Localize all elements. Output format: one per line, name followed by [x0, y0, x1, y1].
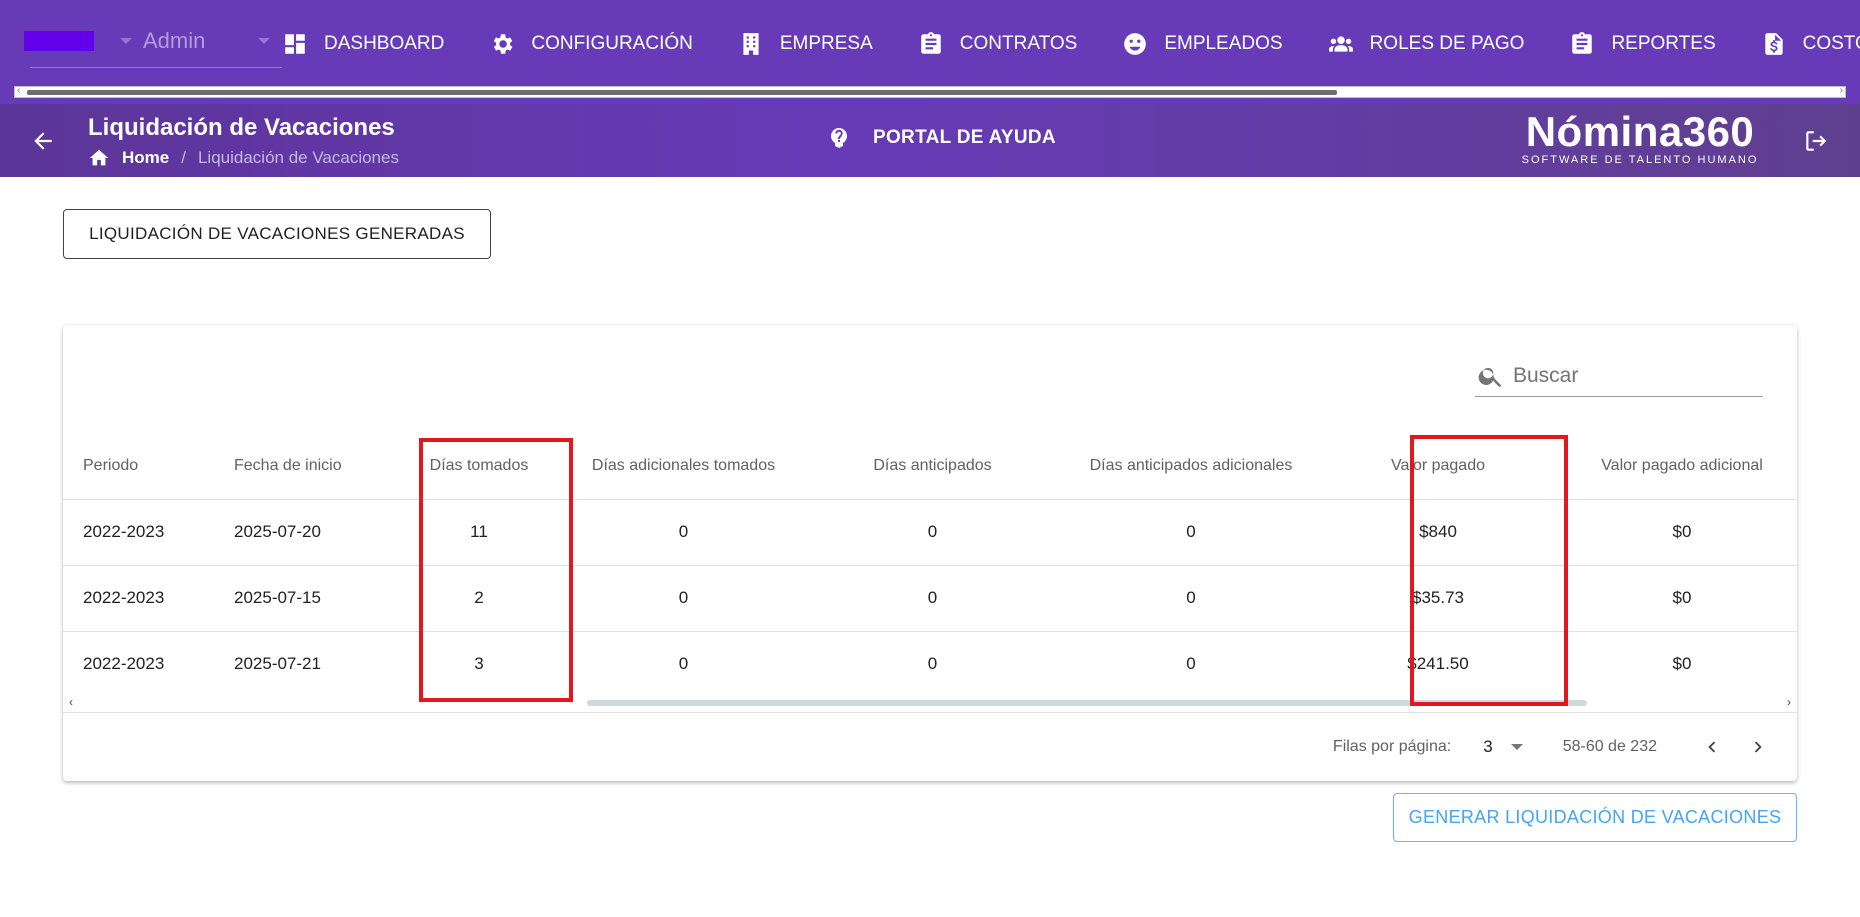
- scroll-right-icon[interactable]: ›: [1787, 695, 1791, 709]
- nav-costos[interactable]: COSTOS: [1761, 31, 1860, 57]
- search-field[interactable]: [1475, 355, 1763, 397]
- pagination: Filas por página: 3 58-60 de 232: [63, 713, 1797, 781]
- clipboard-icon: [1572, 32, 1593, 54]
- cell-dias-adicionales-tomados: 0: [559, 631, 808, 695]
- page-title: Liquidación de Vacaciones: [88, 114, 395, 141]
- nav-label: EMPRESA: [779, 33, 873, 54]
- cell-dias-adicionales-tomados: 0: [559, 565, 808, 632]
- nav-label: CONFIGURACIÓN: [531, 33, 693, 54]
- generate-liquidation-button[interactable]: GENERAR LIQUIDACIÓN DE VACACIONES: [1393, 793, 1797, 842]
- column-header-dias-anticipados-adicionales[interactable]: Días anticipados adicionales: [1057, 433, 1325, 500]
- logout-icon[interactable]: [1803, 128, 1829, 154]
- organization-swatch[interactable]: [24, 31, 94, 51]
- scroll-right-icon[interactable]: ›: [1840, 85, 1843, 96]
- nav-horizontal-scrollbar[interactable]: ‹ ›: [14, 85, 1846, 98]
- nav-empleados[interactable]: EMPLEADOS: [1122, 31, 1283, 57]
- gear-icon: [494, 34, 513, 54]
- nav-label: CONTRATOS: [959, 33, 1078, 54]
- breadcrumb-separator: /: [181, 148, 186, 167]
- column-header-periodo[interactable]: Periodo: [63, 433, 214, 500]
- chevron-left-icon: [1708, 741, 1716, 753]
- cell-dias-adicionales-tomados: 0: [559, 499, 808, 566]
- page-header: Liquidación de Vacaciones Home / Liquida…: [0, 104, 1860, 177]
- cell-dias-anticipados: 0: [808, 631, 1057, 695]
- select-underline: [30, 67, 282, 68]
- column-header-dias-anticipados[interactable]: Días anticipados: [808, 433, 1057, 500]
- search-input[interactable]: [1513, 363, 1753, 388]
- scroll-left-icon[interactable]: ‹: [17, 85, 20, 96]
- previous-page-button[interactable]: [1699, 734, 1725, 760]
- building-icon: [743, 33, 759, 55]
- page-range: 58-60 de 232: [1562, 738, 1657, 755]
- logo-tagline: SOFTWARE DE TALENTO HUMANO: [1521, 154, 1759, 166]
- rows-per-page-value: 3: [1483, 737, 1493, 756]
- cell-fecha-inicio: 2025-07-15: [214, 565, 399, 632]
- scroll-left-icon[interactable]: ‹: [69, 695, 73, 709]
- dashboard-icon: [285, 34, 305, 54]
- cell-dias-anticipados-adicionales: 0: [1057, 631, 1325, 695]
- nav-roles-de-pago[interactable]: ROLES DE PAGO: [1328, 31, 1525, 57]
- cell-periodo: 2022-2023: [63, 499, 214, 566]
- breadcrumb-current: Liquidación de Vacaciones: [197, 148, 399, 167]
- rows-per-page-select[interactable]: 3: [1483, 737, 1523, 757]
- help-portal-link[interactable]: PORTAL DE AYUDA: [827, 126, 1056, 150]
- cell-valor-pagado-adicional: $0: [1551, 631, 1797, 695]
- clipboard-icon: [921, 32, 941, 54]
- rows-per-page-label: Filas por página:: [1332, 738, 1452, 755]
- nav-contratos[interactable]: CONTRATOS: [918, 31, 1078, 57]
- nav-label: EMPLEADOS: [1164, 33, 1283, 54]
- face-icon: [1124, 33, 1147, 55]
- user-role-select[interactable]: Admin: [143, 28, 205, 54]
- chevron-down-icon: [1510, 744, 1523, 750]
- cell-periodo: 2022-2023: [63, 631, 214, 695]
- help-icon: [831, 128, 847, 148]
- cell-fecha-inicio: 2025-07-20: [214, 499, 399, 566]
- logo-name: Nómina360: [1525, 108, 1755, 155]
- nav-dashboard[interactable]: DASHBOARD: [282, 31, 444, 57]
- highlight-valor-pagado: [1410, 435, 1568, 706]
- scrollbar-thumb[interactable]: [27, 90, 1337, 95]
- nav-configuracion[interactable]: CONFIGURACIÓN: [489, 31, 693, 57]
- nav-label: DASHBOARD: [324, 33, 445, 54]
- chevron-right-icon: [1754, 741, 1762, 753]
- column-header-valor-pagado-adicional[interactable]: Valor pagado adicional: [1551, 433, 1797, 500]
- next-page-button[interactable]: [1745, 734, 1771, 760]
- nav-empresa[interactable]: EMPRESA: [738, 31, 873, 57]
- top-navbar: Admin DASHBOARD CONFIGURACIÓN EMPRESA CO…: [0, 0, 1860, 104]
- cell-dias-anticipados-adicionales: 0: [1057, 499, 1325, 566]
- search-icon: [1478, 367, 1502, 387]
- highlight-dias-tomados: [419, 438, 573, 702]
- cell-dias-anticipados: 0: [808, 565, 1057, 632]
- cell-periodo: 2022-2023: [63, 565, 214, 632]
- column-header-fecha-inicio[interactable]: Fecha de inicio: [214, 433, 399, 500]
- nav-label: REPORTES: [1611, 33, 1716, 54]
- arrow-back-icon[interactable]: [30, 128, 56, 154]
- help-label: PORTAL DE AYUDA: [873, 127, 1056, 148]
- breadcrumb: Home / Liquidación de Vacaciones: [88, 147, 399, 169]
- cell-valor-pagado-adicional: $0: [1551, 499, 1797, 566]
- invoice-dollar-icon: [1764, 33, 1783, 55]
- cell-fecha-inicio: 2025-07-21: [214, 631, 399, 695]
- cell-dias-anticipados-adicionales: 0: [1057, 565, 1325, 632]
- nav-label: COSTOS: [1802, 33, 1860, 54]
- main-nav: DASHBOARD CONFIGURACIÓN EMPRESA CONTRATO…: [282, 24, 1860, 64]
- chevron-down-icon[interactable]: [258, 38, 270, 44]
- group-icon: [1328, 36, 1353, 52]
- column-header-dias-adicionales-tomados[interactable]: Días adicionales tomados: [559, 433, 808, 500]
- cell-valor-pagado-adicional: $0: [1551, 565, 1797, 632]
- breadcrumb-home-link[interactable]: Home: [122, 148, 169, 168]
- home-icon[interactable]: [88, 147, 110, 169]
- brand-logo: Nómina360 SOFTWARE DE TALENTO HUMANO: [1515, 108, 1765, 166]
- generated-liquidations-button[interactable]: LIQUIDACIÓN DE VACACIONES GENERADAS: [63, 209, 491, 259]
- nav-label: ROLES DE PAGO: [1369, 33, 1525, 54]
- nav-reportes[interactable]: REPORTES: [1569, 31, 1716, 57]
- cell-dias-anticipados: 0: [808, 499, 1057, 566]
- chevron-down-icon[interactable]: [120, 38, 132, 44]
